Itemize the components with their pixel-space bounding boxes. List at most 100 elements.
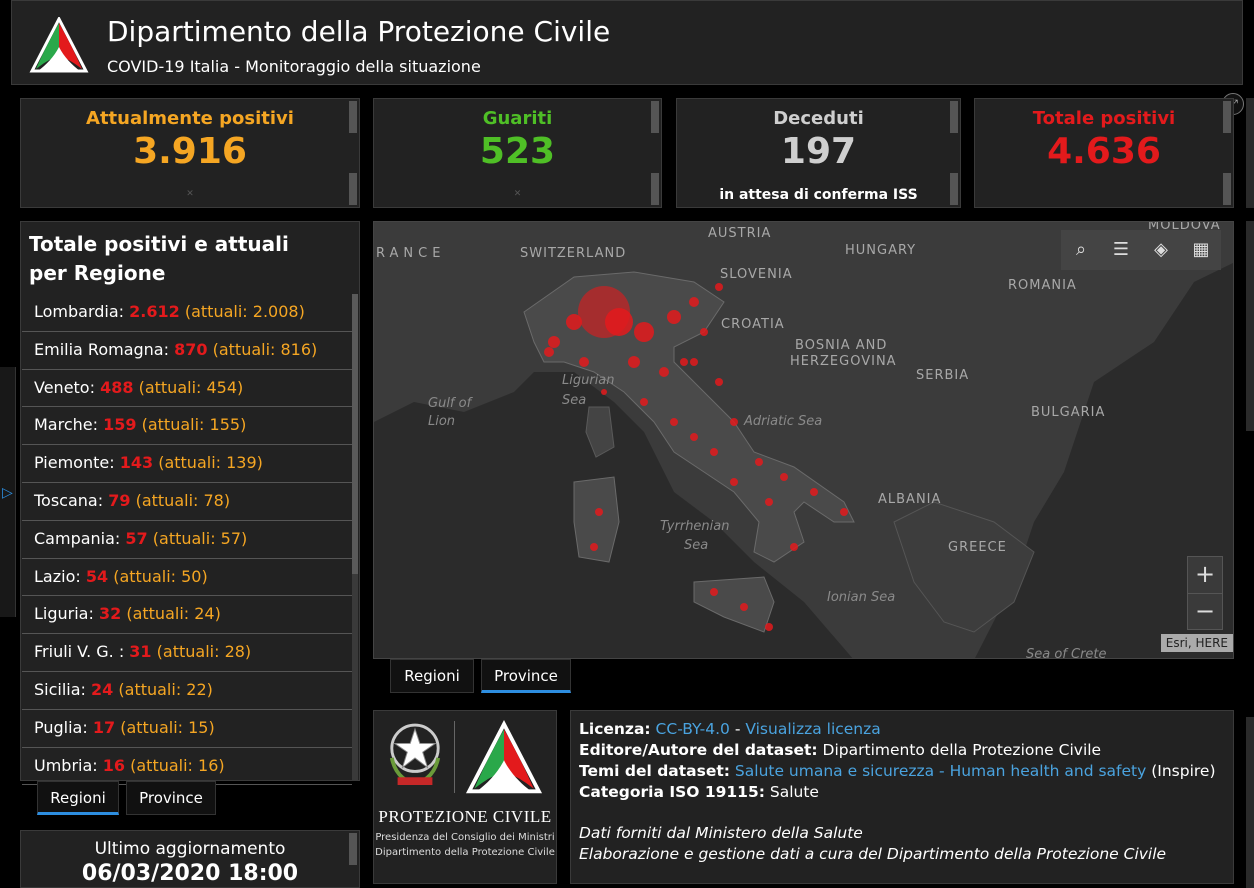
map-attribution[interactable]: Esri, HERE: [1160, 634, 1233, 652]
scrollbar[interactable]: [349, 101, 357, 133]
region-actual-prefix: (attuali:: [156, 642, 225, 662]
map-label-france: RANCE: [376, 246, 446, 261]
region-name: Friuli V. G.: [34, 642, 119, 662]
region-actual-suffix: ): [298, 302, 305, 321]
app-subtitle: COVID-19 Italia - Monitoraggio della sit…: [107, 57, 481, 76]
region-actual-suffix: ): [241, 528, 248, 548]
logo-subtext: Dipartimento della Protezione Civile: [375, 847, 555, 858]
license-link[interactable]: CC-BY-4.0: [656, 720, 730, 738]
layers-icon[interactable]: ◈: [1149, 238, 1173, 262]
region-actual-value: 139: [226, 453, 257, 473]
tab-province[interactable]: Province: [126, 781, 216, 815]
region-row[interactable]: Toscana: 79 (attuali: 78): [22, 483, 352, 521]
region-list[interactable]: Lombardia: 2.612 (attuali: 2.008) Emilia …: [22, 294, 352, 786]
scrollbar[interactable]: [349, 833, 357, 865]
region-colon: :: [92, 415, 104, 435]
map-label-ligurian-1: Ligurian: [562, 373, 615, 388]
tab-regioni[interactable]: Regioni: [37, 781, 119, 815]
map-label-tyrrhenian-2: Sea: [684, 538, 709, 553]
region-row[interactable]: Marche: 159 (attuali: 155): [22, 407, 352, 446]
scrollbar[interactable]: [1223, 173, 1231, 205]
iso-value: Salute: [764, 783, 819, 801]
region-name: Lombardia: [34, 302, 119, 321]
region-total: 24: [91, 679, 114, 699]
scrollbar[interactable]: [1223, 101, 1231, 133]
region-actual-prefix: (attuali:: [152, 528, 221, 548]
region-row[interactable]: Friuli V. G. : 31 (attuali: 28): [22, 634, 352, 672]
region-colon: :: [118, 302, 130, 321]
zoom-out-button[interactable]: −: [1188, 593, 1222, 629]
region-total: 2.612: [129, 302, 180, 321]
region-actual: (attuali: 22): [118, 680, 213, 699]
last-update-value: 06/03/2020 18:00: [81, 861, 299, 886]
scrollbar[interactable]: [651, 101, 659, 133]
themes-link[interactable]: Salute umana e sicurezza - Human health …: [735, 762, 1146, 780]
region-actual-suffix: ): [237, 377, 244, 397]
region-row[interactable]: Veneto: 488 (attuali: 454): [22, 370, 352, 408]
side-panel-toggle[interactable]: ▷: [0, 367, 16, 617]
last-update-panel: Ultimo aggiornamento 06/03/2020 18:00: [20, 830, 360, 888]
search-icon[interactable]: ⌕: [1069, 238, 1093, 262]
data-credits: Dati forniti dal Ministero della Salute …: [579, 823, 1166, 865]
region-actual-prefix: (attuali:: [141, 415, 210, 435]
region-colon: :: [88, 604, 99, 624]
region-total: 54: [85, 566, 109, 586]
close-icon[interactable]: ✕: [21, 189, 359, 199]
region-row[interactable]: Piemonte: 143 (attuali: 139): [22, 445, 352, 483]
basemap-gallery-icon[interactable]: ▦: [1189, 238, 1213, 262]
region-actual-value: 50: [181, 566, 202, 586]
right-scroll-strip: [1246, 221, 1254, 431]
region-row[interactable]: Puglia: 17 (attuali: 15): [22, 710, 352, 748]
region-actual: (attuali: 155): [142, 415, 247, 434]
map-label-slovenia: SLOVENIA: [720, 267, 793, 282]
close-icon[interactable]: ✕: [374, 189, 661, 199]
map-label-romania: ROMANIA: [1008, 278, 1077, 293]
region-actual-prefix: (attuali:: [212, 339, 281, 359]
region-row[interactable]: Emilia Romagna: 870 (attuali: 816): [22, 332, 352, 370]
map-canvas[interactable]: [374, 222, 1234, 659]
region-colon: :: [92, 755, 103, 775]
scrollbar[interactable]: [349, 173, 357, 205]
last-update-label: Ultimo aggiornamento: [94, 839, 286, 859]
license-label: Licenza:: [579, 720, 651, 738]
scrollbar[interactable]: [651, 173, 659, 205]
stat-label: Deceduti: [773, 108, 864, 129]
region-name: Emilia Romagna: [34, 339, 164, 359]
region-actual: (attuali: 139): [158, 453, 263, 472]
region-row[interactable]: Umbria: 16 (attuali: 16): [22, 748, 352, 786]
region-row[interactable]: Lombardia: 2.612 (attuali: 2.008): [22, 294, 352, 332]
view-license-link[interactable]: Visualizza licenza: [745, 720, 880, 738]
region-total: 488: [100, 377, 134, 397]
region-actual-prefix: (attuali:: [120, 717, 189, 737]
app-title: Dipartimento della Protezione Civile: [107, 15, 611, 48]
region-row[interactable]: Lazio: 54 (attuali: 50): [22, 559, 352, 597]
data-credit-line: Dati forniti dal Ministero della Salute: [579, 824, 863, 842]
map-label-gulf-2: Lion: [428, 414, 456, 429]
tab-map-regioni[interactable]: Regioni: [390, 659, 474, 693]
zoom-in-button[interactable]: +: [1188, 557, 1222, 593]
region-colon: :: [80, 679, 92, 699]
region-actual-value: 28: [224, 642, 245, 662]
scrollbar[interactable]: [950, 173, 958, 205]
themes-label: Temi del dataset:: [579, 762, 730, 780]
region-actual: (attuali: 15): [120, 718, 215, 737]
region-row[interactable]: Campania: 57 (attuali: 57): [22, 521, 352, 559]
region-colon: :: [109, 453, 120, 473]
map-view[interactable]: RANCE SWITZERLAND AUSTRIA HUNGARY SLOVEN…: [373, 221, 1234, 659]
tab-map-province[interactable]: Province: [481, 659, 571, 693]
stat-value: 197: [780, 131, 857, 172]
region-actual-prefix: (attuali:: [138, 377, 207, 397]
scrollbar[interactable]: [950, 101, 958, 133]
region-name: Umbria: [34, 755, 93, 775]
logo-panel: PROTEZIONE CIVILE Presidenza del Consigl…: [373, 710, 557, 884]
region-actual-suffix: ): [214, 604, 221, 624]
region-actual-prefix: (attuali:: [130, 755, 199, 775]
region-name: Campania: [34, 528, 115, 548]
region-row[interactable]: Liguria: 32 (attuali: 24): [22, 596, 352, 635]
list-icon[interactable]: ☰: [1109, 238, 1133, 262]
region-actual: (attuali: 57): [153, 529, 248, 548]
region-actual-suffix: ): [218, 755, 225, 775]
scrollbar[interactable]: [352, 294, 358, 780]
region-row[interactable]: Sicilia: 24 (attuali: 22): [22, 672, 352, 710]
scrollbar-thumb[interactable]: [352, 294, 358, 574]
